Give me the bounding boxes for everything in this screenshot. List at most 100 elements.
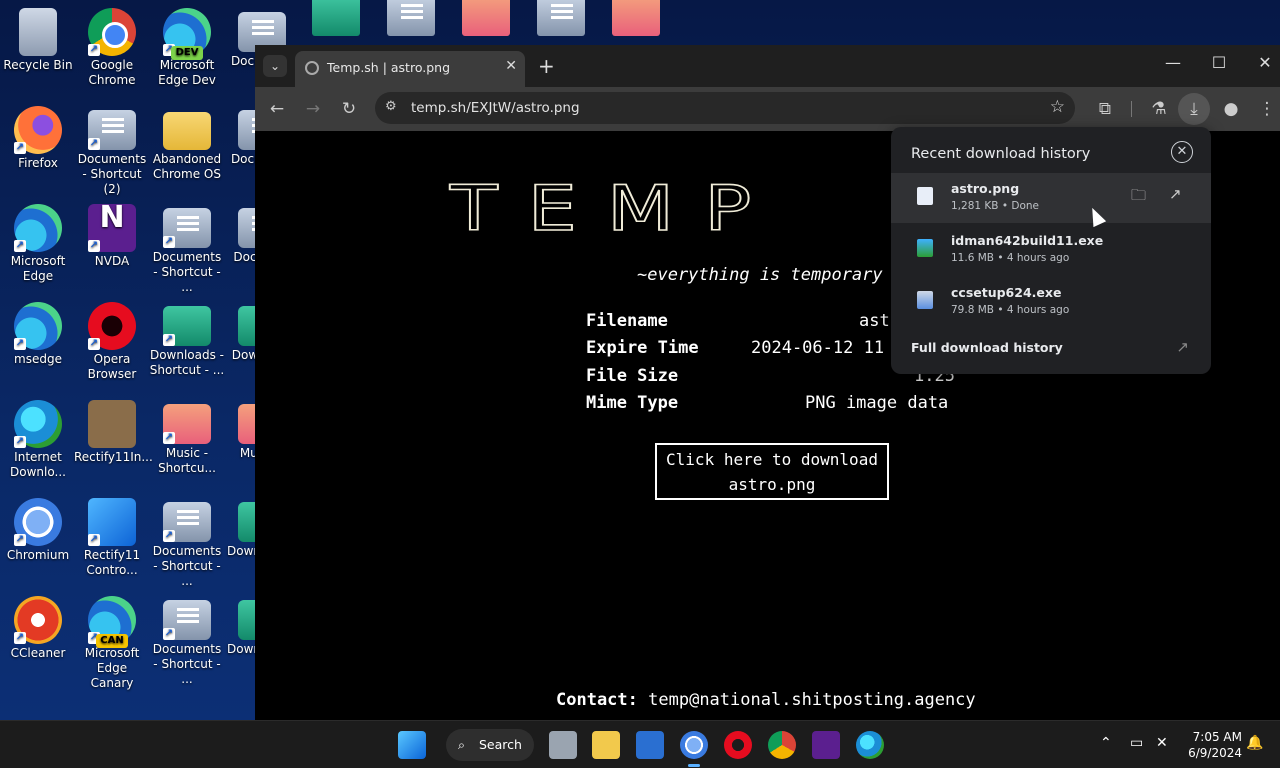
search-label: Search [479, 737, 522, 752]
desktop-icon-label: Documents - Shortcut - ... [152, 642, 222, 686]
chromium-taskbar-icon[interactable] [680, 731, 708, 767]
installer-box-icon [88, 400, 136, 448]
site-info-icon[interactable]: ⚙ [385, 99, 397, 114]
desktop-icon-documents-shortcut[interactable]: ↗ Documents - Shortcut - ... [149, 198, 225, 295]
desktop-icon-ccleaner[interactable]: ↗ CCleaner [0, 590, 76, 661]
clock-date: 6/9/2024 [1188, 746, 1242, 760]
downloads-popup: Recent download history ✕ astro.png 1,28… [891, 127, 1211, 374]
field-label-size: File Size [586, 366, 679, 386]
new-tab-icon[interactable]: + [538, 54, 555, 78]
desktop-icon-firefox[interactable]: ↗ Firefox [0, 100, 76, 171]
file-explorer-icon[interactable] [592, 731, 620, 759]
desktop-icon-label: Music - Shortcu... [158, 446, 216, 475]
globe-icon [305, 61, 319, 75]
idm-icon: ↗ [14, 400, 62, 448]
url-text: temp.sh/EXJtW/astro.png [411, 100, 580, 116]
desktop-icon-label: Internet Downlo... [10, 450, 66, 479]
download-status: 11.6 MB • 4 hours ago [951, 252, 1070, 264]
system-clock[interactable]: 7:05 AM 6/9/2024 [1180, 729, 1242, 761]
toolbar: ← → ↻ ⚙ temp.sh/EXJtW/astro.png ☆ ⧉ ⚗ ⤓ … [255, 87, 1280, 131]
close-tab-icon[interactable]: ✕ [505, 58, 517, 74]
bookmark-star-icon[interactable]: ☆ [1050, 97, 1065, 117]
back-icon[interactable]: ← [265, 97, 289, 121]
desktop-icon-google-chrome[interactable]: ↗ Google Chrome [74, 2, 150, 88]
maximize-icon[interactable]: ☐ [1207, 53, 1231, 72]
opera-icon: ↗ [88, 302, 136, 350]
forward-icon[interactable]: → [301, 97, 325, 121]
full-download-history-link[interactable]: Full download history [911, 340, 1063, 355]
field-value-filename: ast [859, 311, 890, 331]
minimize-icon[interactable]: — [1161, 53, 1185, 72]
contact-email[interactable]: temp@national.shitposting.agency [648, 690, 976, 710]
desktop-icon-recycle-bin[interactable]: Recycle Bin [0, 2, 76, 73]
image-file-icon [917, 187, 933, 205]
profile-icon[interactable]: ● [1219, 97, 1243, 121]
desktop-icon-edge-canary[interactable]: ↗ CAN Microsoft Edge Canary [74, 590, 150, 691]
edge-canary-icon: ↗ CAN [88, 596, 136, 648]
folder-documents-icon: ↗ [88, 110, 136, 150]
exe-file-icon [917, 239, 933, 257]
desktop-icon-edge-dev[interactable]: ↗ DEV Microsoft Edge Dev [149, 2, 225, 88]
desktop-icon-label: CCleaner [10, 646, 66, 660]
close-popup-icon[interactable]: ✕ [1171, 141, 1193, 163]
address-bar[interactable]: ⚙ temp.sh/EXJtW/astro.png ☆ [375, 92, 1075, 124]
control-panel-icon[interactable] [636, 731, 664, 759]
desktop-icon-internet-download-manager[interactable]: ↗ Internet Downlo... [0, 394, 76, 480]
close-window-icon[interactable]: ✕ [1253, 53, 1277, 72]
idm-taskbar-icon[interactable] [856, 731, 884, 759]
menu-kebab-icon[interactable]: ⋮ [1255, 97, 1279, 121]
open-external-icon[interactable]: ↗ [1176, 338, 1189, 356]
reload-icon[interactable]: ↻ [337, 97, 361, 121]
desktop-icon-msedge[interactable]: ↗ msedge [0, 296, 76, 367]
desktop-icon-chromium[interactable]: ↗ Chromium [0, 492, 76, 563]
desktop-icon-documents-shortcut[interactable]: ↗ Documents - Shortcut - ... [149, 590, 225, 687]
desktop-icon-microsoft-edge[interactable]: ↗ Microsoft Edge [0, 198, 76, 284]
folder-downloads-icon: ↗ [163, 306, 211, 346]
desktop-icon-label: Rectify11 Contro... [83, 548, 141, 577]
notification-bell-icon[interactable]: 🔔 [1246, 735, 1263, 751]
desktop-icon-abandoned-chrome-os[interactable]: Abandoned Chrome OS [149, 100, 225, 182]
network-icon[interactable]: ▭ [1130, 735, 1143, 751]
desktop-icon-label: Downloads - Shortcut - ... [149, 348, 225, 377]
field-label-filename: Filename [586, 311, 668, 331]
folder-documents-icon [387, 0, 435, 36]
download-file-button[interactable]: Click here to download astro.png [655, 443, 889, 500]
desktop-icon-rectify11-control[interactable]: ↗ Rectify11 Contro... [74, 492, 150, 578]
field-label-expire: Expire Time [586, 338, 699, 358]
desktop-icon-label: msedge [14, 352, 62, 366]
desktop-icon-downloads-shortcut[interactable]: ↗ Downloads - Shortcut - ... [149, 296, 225, 378]
canary-badge: CAN [96, 634, 128, 648]
desktop-icon-label: Chromium [6, 548, 70, 562]
tagline: ~everything is temporary [637, 265, 883, 285]
desktop-icon-rectify11-installer[interactable]: Rectify11In... [74, 394, 153, 465]
downloads-icon[interactable]: ⤓ [1178, 93, 1210, 125]
desktop-icon-documents-shortcut[interactable]: ↗ Documents - Shortcut - ... [149, 492, 225, 589]
tab-search-chevron-icon[interactable]: ⌄ [263, 55, 287, 77]
labs-flask-icon[interactable]: ⚗ [1147, 97, 1171, 121]
nvda-taskbar-icon[interactable] [812, 731, 840, 759]
desktop-icon-nvda[interactable]: ↗ NVDA [74, 198, 150, 269]
show-in-folder-icon[interactable]: 🗀 [1131, 185, 1146, 210]
desktop-icon-label: Documents - Shortcut - ... [152, 544, 222, 588]
desktop-icon-music-shortcut[interactable]: ↗ Music - Shortcu... [149, 394, 225, 476]
download-item[interactable]: ccsetup624.exe 79.8 MB • 4 hours ago [891, 277, 1211, 327]
folder-documents-icon: ↗ [163, 208, 211, 248]
desktop-icon-label: Recycle Bin [3, 58, 73, 72]
tray-chevron-icon[interactable]: ⌃ [1100, 735, 1112, 751]
download-item[interactable]: astro.png 1,281 KB • Done 🗀 ↗ [891, 173, 1211, 223]
desktop-icon-opera[interactable]: ↗ Opera Browser [74, 296, 150, 382]
search-icon: ⌕ [458, 737, 466, 752]
extensions-icon[interactable]: ⧉ [1093, 97, 1117, 121]
desktop-icon-label: Documents - Shortcut (2) [77, 152, 147, 196]
task-view-icon[interactable] [549, 731, 577, 759]
tab-active[interactable]: Temp.sh | astro.png ✕ [295, 51, 525, 87]
opera-taskbar-icon[interactable] [724, 731, 752, 759]
open-file-icon[interactable]: ↗ [1169, 185, 1182, 203]
start-windows-icon[interactable] [398, 731, 426, 759]
taskbar-search[interactable]: ⌕ Search [446, 729, 534, 761]
chrome-taskbar-icon[interactable] [768, 731, 796, 759]
desktop-icon-documents-shortcut-2[interactable]: ↗ Documents - Shortcut (2) [74, 100, 150, 197]
download-item[interactable]: idman642build11.exe 11.6 MB • 4 hours ag… [891, 225, 1211, 275]
volume-muted-icon[interactable]: ✕ [1156, 735, 1168, 751]
download-filename: idman642build11.exe [951, 233, 1104, 248]
